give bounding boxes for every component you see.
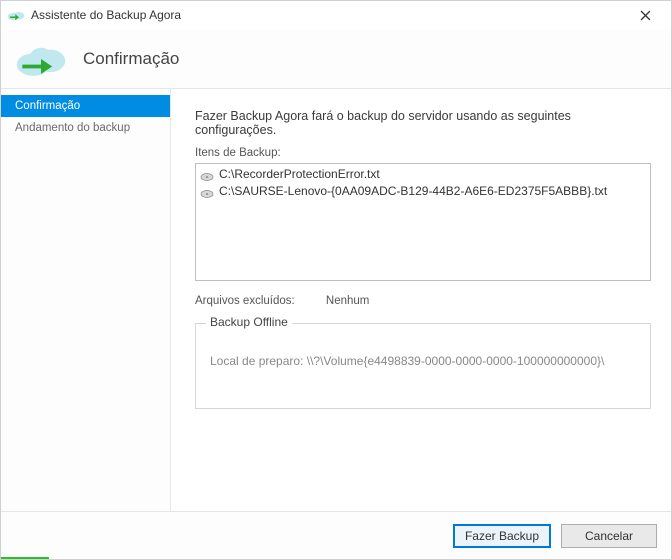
offline-backup-group: Backup Offline Local de preparo: \\?\Vol… (195, 323, 651, 409)
list-item[interactable]: C:\SAURSE-Lenovo-{0AA09ADC-B129-44B2-A6E… (198, 183, 648, 200)
file-path: C:\RecorderProtectionError.txt (219, 166, 380, 183)
app-icon (7, 8, 25, 22)
wizard-steps: Confirmação Andamento do backup (1, 89, 171, 511)
step-confirmation[interactable]: Confirmação (1, 95, 170, 117)
main-panel: Fazer Backup Agora fará o backup do serv… (171, 89, 671, 511)
staging-path: \\?\Volume{e4498839-0000-0000-0000-10000… (307, 354, 605, 368)
backup-items-list[interactable]: C:\RecorderProtectionError.txt C:\SAURSE… (195, 163, 651, 281)
disk-icon (200, 187, 214, 197)
footer: Fazer Backup Cancelar (1, 511, 671, 559)
step-label: Confirmação (15, 100, 80, 112)
list-item[interactable]: C:\RecorderProtectionError.txt (198, 166, 648, 183)
do-backup-button[interactable]: Fazer Backup (453, 524, 551, 548)
disk-icon (200, 170, 214, 180)
wizard-body: Confirmação Andamento do backup Fazer Ba… (1, 89, 671, 511)
titlebar: Assistente do Backup Agora (1, 1, 671, 29)
excluded-files-row: Arquivos excluídos: Nenhum (195, 295, 651, 307)
file-path: C:\SAURSE-Lenovo-{0AA09ADC-B129-44B2-A6E… (219, 183, 607, 200)
window-title: Assistente do Backup Agora (31, 8, 625, 22)
cancel-button[interactable]: Cancelar (561, 524, 657, 548)
accent-bar (1, 557, 49, 559)
staging-location: Local de preparo: \\?\Volume{e4498839-00… (210, 354, 636, 368)
page-title: Confirmação (83, 49, 179, 69)
excluded-label: Arquivos excluídos: (195, 295, 295, 307)
step-label: Andamento do backup (15, 122, 130, 134)
header: Confirmação (1, 29, 671, 89)
staging-label: Local de preparo: (210, 354, 303, 368)
offline-backup-title: Backup Offline (206, 315, 292, 329)
close-button[interactable] (625, 1, 665, 29)
excluded-value: Nenhum (326, 295, 369, 307)
backup-items-label: Itens de Backup: (195, 147, 651, 159)
step-progress[interactable]: Andamento do backup (1, 117, 170, 139)
intro-text: Fazer Backup Agora fará o backup do serv… (195, 109, 651, 137)
cloud-backup-icon (13, 39, 69, 79)
